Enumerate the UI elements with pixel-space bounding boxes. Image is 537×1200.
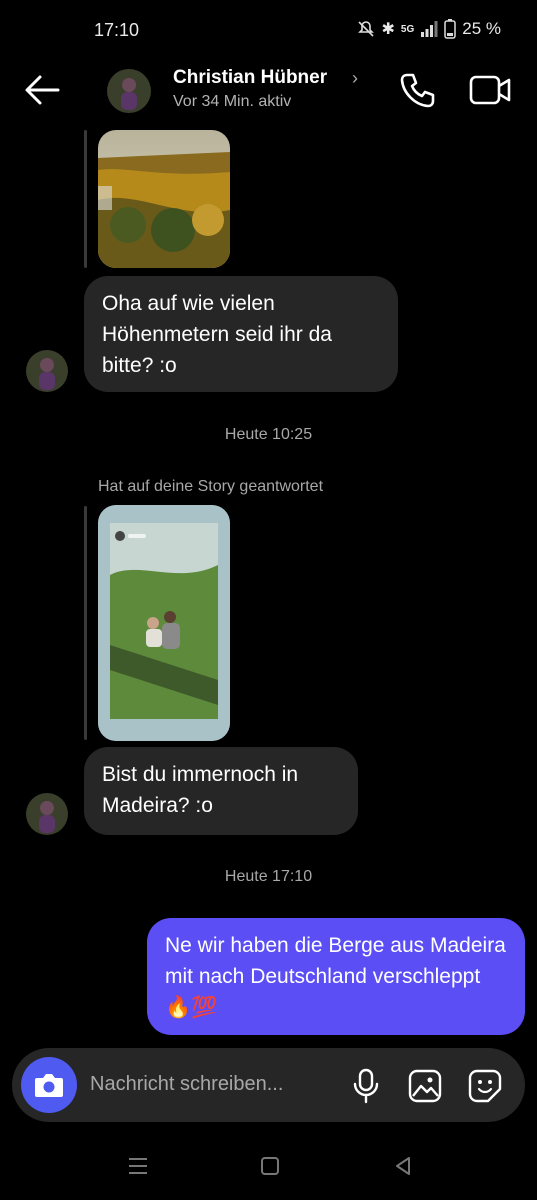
active-status: Vor 34 Min. aktiv [173, 93, 292, 110]
status-icons: ✱ 5G 25 % [356, 19, 501, 39]
timestamp: Heute 17:10 [224, 868, 313, 885]
battery-icon [444, 19, 456, 39]
status-time: 17:10 [94, 20, 140, 40]
timestamp: Heute 10:25 [224, 426, 313, 443]
story-reply-label: Hat auf deine Story geantwortet [98, 478, 324, 495]
bluetooth-icon: ✱ [381, 21, 395, 38]
back-nav-icon[interactable] [392, 1155, 414, 1177]
reply-indicator-line [84, 130, 87, 268]
battery-level: 25 % [462, 19, 501, 38]
contact-avatar[interactable] [107, 69, 151, 113]
signal-icon [421, 21, 438, 37]
incoming-message[interactable]: Oha auf wie vielen Höhenmetern seid ihr … [84, 276, 398, 392]
emoji: 🔥💯 [165, 996, 218, 1019]
video-call-icon[interactable] [468, 70, 512, 110]
story-preview[interactable] [98, 505, 230, 741]
camera-button[interactable] [21, 1057, 77, 1113]
microphone-icon[interactable] [350, 1068, 382, 1104]
sender-avatar[interactable] [26, 350, 68, 392]
camera-icon [35, 1074, 63, 1097]
mute-icon [357, 21, 374, 37]
outgoing-message[interactable]: Ne wir haben die Berge aus Madeira mit n… [147, 918, 525, 1035]
message-input[interactable]: Nachricht schreiben... [90, 1073, 283, 1096]
chevron-right-icon[interactable]: › [352, 68, 358, 89]
sticker-icon[interactable] [467, 1068, 503, 1104]
incoming-message[interactable]: Bist du immernoch in Madeira? :o [84, 747, 358, 835]
gallery-icon[interactable] [407, 1068, 443, 1104]
home-icon[interactable] [259, 1155, 281, 1177]
network-label: 5G [400, 23, 415, 35]
recent-apps-icon[interactable] [127, 1155, 149, 1177]
back-arrow-icon[interactable] [22, 72, 62, 108]
sender-avatar[interactable] [26, 793, 68, 835]
contact-name[interactable]: Christian Hübner [173, 67, 327, 89]
outgoing-message-text: Ne wir haben die Berge aus Madeira mit n… [165, 934, 506, 988]
phone-icon[interactable] [398, 70, 438, 110]
shared-photo-landscape[interactable] [98, 130, 230, 268]
reply-indicator-line [84, 506, 87, 740]
